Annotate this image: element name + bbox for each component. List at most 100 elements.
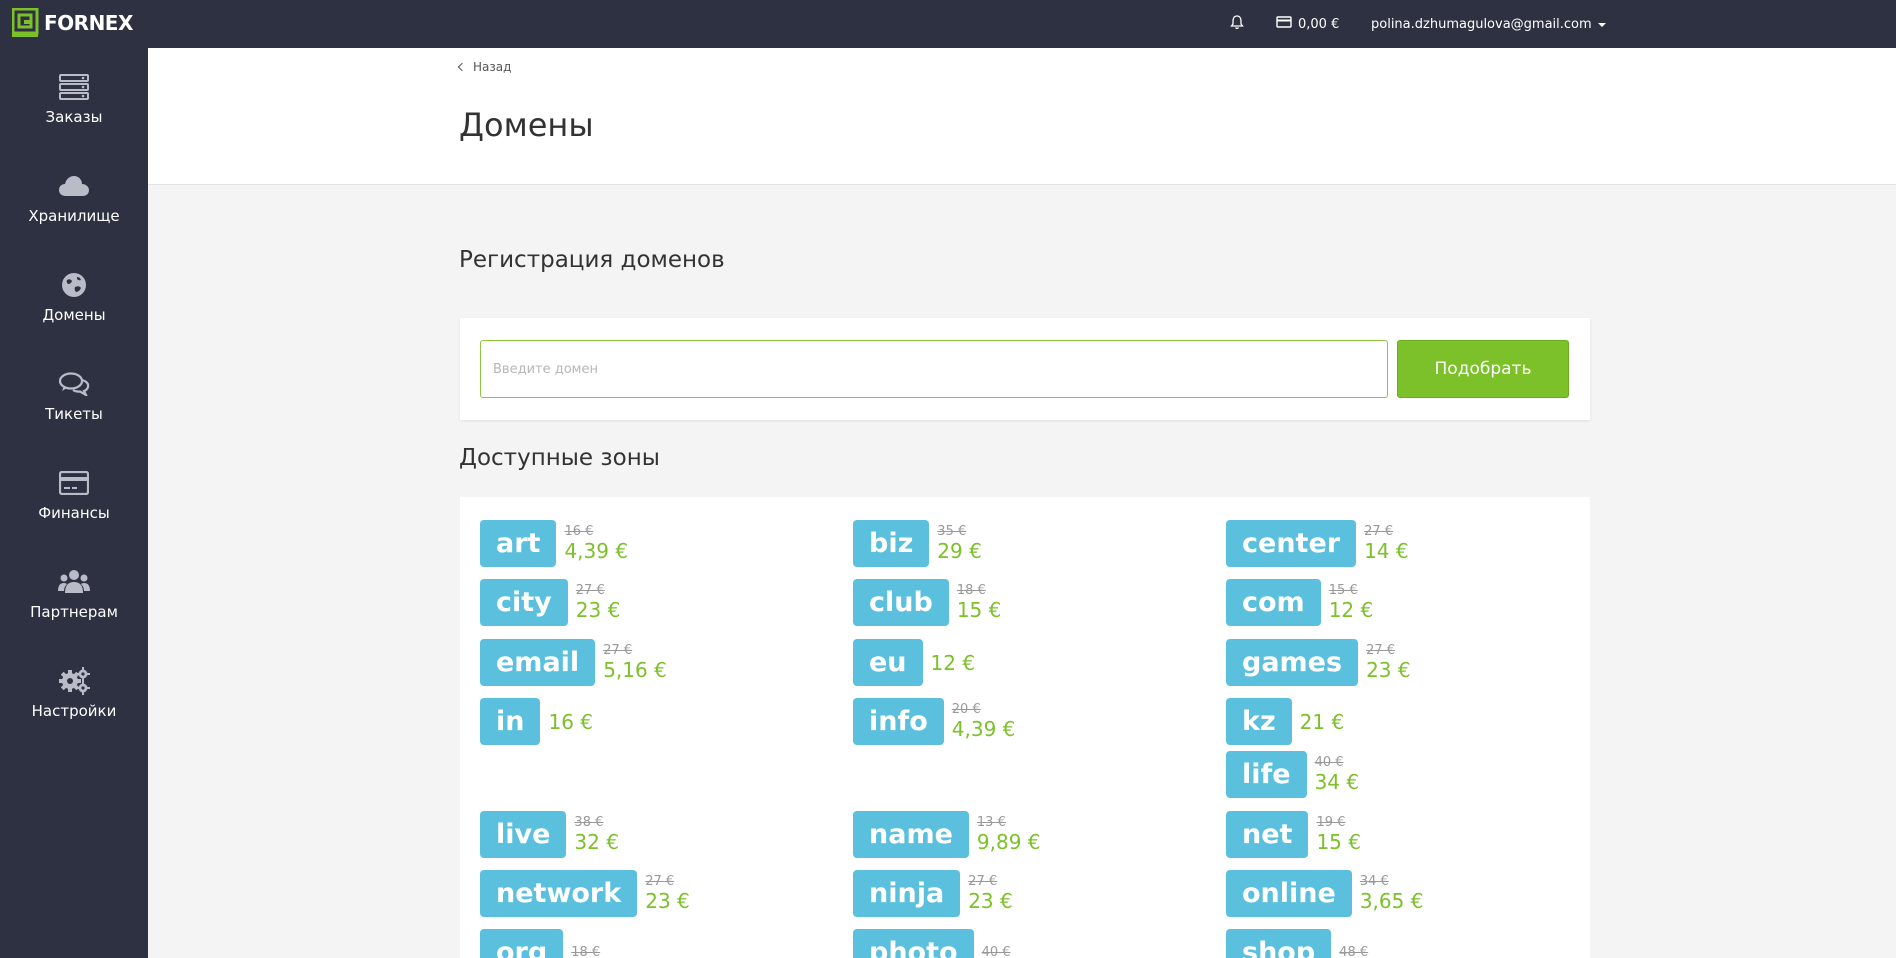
page-title: Домены <box>459 106 594 144</box>
zone-item[interactable]: eu 12 € <box>853 639 975 686</box>
zone-item[interactable]: shop 48 € <box>1226 929 1368 958</box>
zone-old-price: 48 € <box>1339 945 1369 958</box>
zone-name: online <box>1226 870 1352 917</box>
zone-name: email <box>480 639 596 686</box>
balance-button[interactable]: 0,00 € <box>1276 0 1339 48</box>
zone-price: 5,16 € <box>603 658 667 682</box>
zone-name: name <box>853 811 969 858</box>
sidebar-item-label: Настройки <box>31 702 117 720</box>
bell-icon <box>1230 14 1244 34</box>
zone-item[interactable]: name 13 €9,89 € <box>853 811 1041 858</box>
zones-list: art 16 €4,39 € biz 35 €29 € center 27 €1… <box>460 497 1590 958</box>
chat-icon <box>58 369 90 399</box>
globe-icon <box>61 270 87 300</box>
top-bar: FORNEX 0,00 € polina.dzhumagulova@gmail.… <box>0 0 1896 48</box>
zone-old-price: 27 € <box>575 583 605 598</box>
zone-item[interactable]: info 20 €4,39 € <box>853 698 1015 745</box>
sidebar-item-partners[interactable]: Партнерам <box>0 553 148 652</box>
zone-item[interactable]: net 19 €15 € <box>1226 811 1361 858</box>
zone-item[interactable]: life 40 €34 € <box>1226 751 1359 798</box>
zone-price: 4,39 € <box>951 717 1016 741</box>
balance-amount: 0,00 € <box>1298 16 1340 32</box>
zone-price: 12 € <box>930 650 976 675</box>
sidebar-item-label: Домены <box>42 306 106 324</box>
sidebar-item-storage[interactable]: Хранилище <box>0 157 148 256</box>
domain-search-card: Подобрать <box>460 318 1590 420</box>
sidebar-item-settings[interactable]: Настройки <box>0 652 148 751</box>
zone-name: shop <box>1226 929 1332 958</box>
zone-price: 32 € <box>574 830 619 854</box>
logo-text: FORNEX <box>44 11 133 35</box>
zone-name: eu <box>853 639 923 686</box>
zone-old-price: 19 € <box>1316 815 1346 830</box>
sidebar-item-label: Хранилище <box>28 207 120 225</box>
zone-name: net <box>1226 811 1309 858</box>
zone-price: 3,65 € <box>1359 889 1424 913</box>
zone-price: 21 € <box>1299 709 1345 734</box>
back-label: Назад <box>473 60 512 74</box>
zone-name: club <box>853 579 949 626</box>
zones-title: Доступные зоны <box>459 445 660 471</box>
zone-old-price: 15 € <box>1328 583 1358 598</box>
zone-name: in <box>480 698 541 745</box>
domain-search-input[interactable] <box>480 340 1388 398</box>
search-domain-button[interactable]: Подобрать <box>1397 340 1569 398</box>
back-link[interactable]: Назад <box>457 60 512 74</box>
chevron-left-icon <box>457 62 467 72</box>
zone-item[interactable]: in 16 € <box>480 698 593 745</box>
zone-item[interactable]: club 18 €15 € <box>853 579 1001 626</box>
user-menu[interactable]: polina.dzhumagulova@gmail.com <box>1371 0 1606 48</box>
logo[interactable]: FORNEX <box>11 7 133 38</box>
zone-old-price: 27 € <box>1366 643 1396 658</box>
zone-item[interactable]: email 27 €5,16 € <box>480 639 667 686</box>
sidebar-item-domains[interactable]: Домены <box>0 256 148 355</box>
zone-item[interactable]: art 16 €4,39 € <box>480 520 628 567</box>
zone-price: 23 € <box>968 889 1013 913</box>
wallet-icon <box>1276 16 1292 32</box>
sidebar-item-tickets[interactable]: Тикеты <box>0 355 148 454</box>
zone-name: games <box>1226 639 1359 686</box>
gears-icon <box>58 666 90 696</box>
zone-item[interactable]: city 27 €23 € <box>480 579 620 626</box>
sidebar-item-orders[interactable]: Заказы <box>0 58 148 157</box>
sidebar-item-label: Тикеты <box>45 405 103 423</box>
zone-old-price: 16 € <box>564 524 594 539</box>
zone-old-price: 38 € <box>574 815 604 830</box>
zone-old-price: 40 € <box>981 945 1011 958</box>
zone-item[interactable]: online 34 €3,65 € <box>1226 870 1423 917</box>
zone-item[interactable]: center 27 €14 € <box>1226 520 1409 567</box>
zone-item[interactable]: live 38 €32 € <box>480 811 619 858</box>
zone-item[interactable]: kz 21 € <box>1226 698 1344 745</box>
zone-name: center <box>1226 520 1357 567</box>
zone-name: photo <box>853 929 974 958</box>
zone-price: 12 € <box>1328 598 1374 622</box>
zone-item[interactable]: network 27 €23 € <box>480 870 690 917</box>
zone-price: 34 € <box>1314 770 1360 794</box>
zone-item[interactable]: com 15 €12 € <box>1226 579 1373 626</box>
page-header <box>148 48 1896 185</box>
zone-item[interactable]: ninja 27 €23 € <box>853 870 1013 917</box>
zone-old-price: 27 € <box>645 874 675 889</box>
zone-old-price: 34 € <box>1359 874 1389 889</box>
chevron-down-icon <box>1597 23 1606 27</box>
sidebar-item-finance[interactable]: Финансы <box>0 454 148 553</box>
zone-price: 9,89 € <box>976 830 1041 854</box>
cloud-icon <box>58 171 90 201</box>
zone-item[interactable]: org 18 € <box>480 929 600 958</box>
zone-item[interactable]: biz 35 €29 € <box>853 520 982 567</box>
zone-name: life <box>1226 751 1307 798</box>
zone-name: kz <box>1226 698 1292 745</box>
zone-old-price: 27 € <box>1364 524 1394 539</box>
zone-price: 16 € <box>548 709 594 734</box>
zone-item[interactable]: games 27 €23 € <box>1226 639 1411 686</box>
server-icon <box>59 72 89 102</box>
zone-name: ninja <box>853 870 961 917</box>
registration-title: Регистрация доменов <box>459 247 725 273</box>
users-icon <box>58 567 90 597</box>
zone-name: biz <box>853 520 930 567</box>
zone-old-price: 40 € <box>1314 755 1344 770</box>
notifications-button[interactable] <box>1230 0 1244 48</box>
zone-item[interactable]: photo 40 € <box>853 929 1011 958</box>
zone-name: live <box>480 811 567 858</box>
zone-old-price: 27 € <box>603 643 633 658</box>
